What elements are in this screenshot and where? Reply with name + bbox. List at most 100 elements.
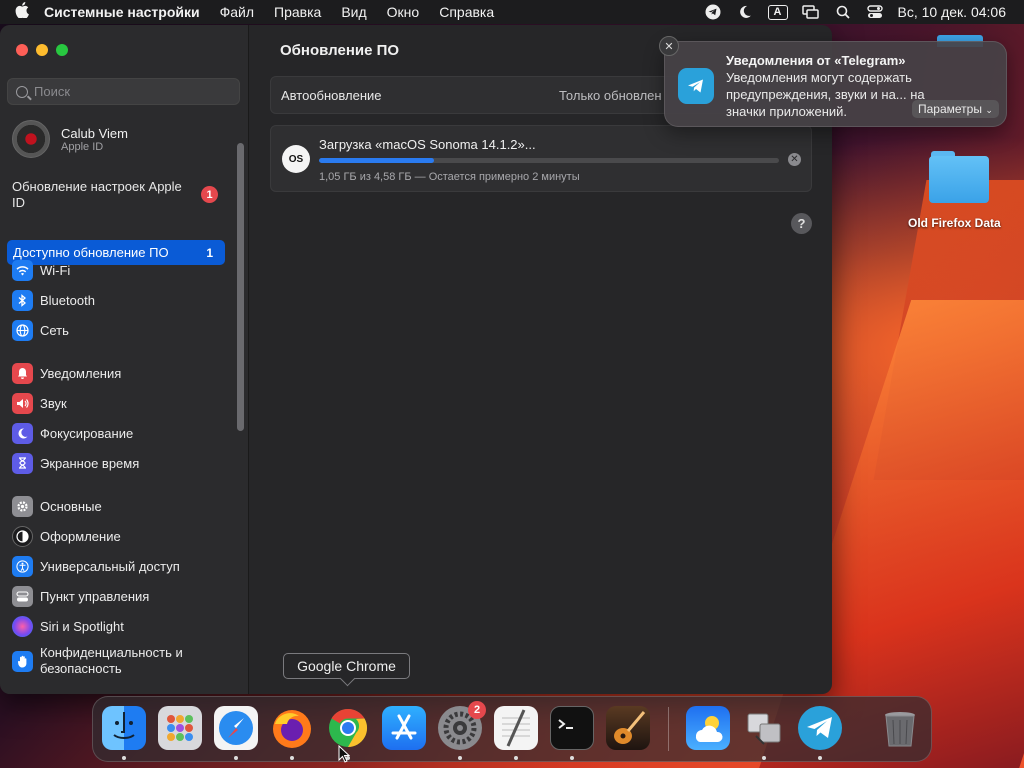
spotlight-search-icon[interactable] [834, 4, 852, 20]
close-window-button[interactable] [16, 44, 28, 56]
sidebar-item-label: Уведомления [40, 365, 122, 381]
notification-title: Уведомления от «Telegram» [726, 53, 906, 68]
menu-help[interactable]: Справка [439, 4, 494, 20]
hourglass-icon [12, 452, 33, 474]
trash-icon[interactable] [878, 706, 922, 750]
finder-icon[interactable] [102, 706, 146, 750]
sidebar-item-focus[interactable]: Фокусирование [12, 418, 237, 448]
notification-badge: 1 [201, 186, 218, 203]
sidebar-item-apple-id-update[interactable]: Обновление настроек Apple ID 1 [12, 179, 224, 211]
dock-separator [668, 707, 669, 751]
chevron-down-icon: ⌄ [985, 105, 993, 115]
sidebar-search[interactable] [7, 78, 240, 105]
weather-icon[interactable] [686, 706, 730, 750]
garageband-guitar-icon[interactable] [606, 706, 650, 750]
menu-window[interactable]: Окно [387, 4, 420, 20]
zoom-window-button[interactable] [56, 44, 68, 56]
sidebar-group-notifications: Уведомления Звук Фокусирование Экранное … [12, 358, 237, 478]
menu-edit[interactable]: Правка [274, 4, 321, 20]
telegram-status-icon[interactable] [704, 4, 722, 20]
sidebar-group-general: Основные Оформление Универсальный доступ… [12, 491, 237, 681]
sidebar-item-sound[interactable]: Звук [12, 388, 237, 418]
accessibility-icon [12, 555, 33, 577]
apple-id-account[interactable]: Calub Viem Apple ID [12, 120, 128, 158]
screen-mirroring-icon[interactable] [802, 4, 820, 20]
sidebar-item-general[interactable]: Основные [12, 491, 237, 521]
sidebar-scrollbar[interactable] [237, 143, 244, 431]
sidebar-item-label: Сеть [40, 322, 69, 338]
account-name: Calub Viem [61, 125, 128, 141]
menu-app-name[interactable]: Системные настройки [44, 4, 200, 20]
telegram-icon[interactable] [798, 706, 842, 750]
avatar [12, 120, 50, 158]
notification-options-label: Параметры [918, 102, 982, 116]
menu-file[interactable]: Файл [220, 4, 254, 20]
firefox-icon[interactable] [270, 706, 314, 750]
sidebar: Calub Viem Apple ID Обновление настроек … [0, 25, 249, 694]
settings-badge: 2 [468, 701, 486, 719]
minimize-window-button[interactable] [36, 44, 48, 56]
help-button[interactable]: ? [791, 213, 812, 234]
sidebar-item-label: Пункт управления [40, 588, 150, 604]
sidebar-item-label: Экранное время [40, 455, 140, 471]
safari-icon[interactable] [214, 706, 258, 750]
telegram-icon [678, 68, 714, 104]
terminal-icon[interactable] [550, 706, 594, 750]
download-status: 1,05 ГБ из 4,58 ГБ — Остается примерно 2… [319, 171, 580, 183]
sidebar-item-privacy-security[interactable]: Конфиденциальность и безопасность [12, 641, 237, 681]
search-icon [16, 85, 28, 98]
menu-view[interactable]: Вид [341, 4, 366, 20]
window-controls [16, 44, 68, 56]
sidebar-item-network[interactable]: Сеть [12, 315, 237, 345]
download-card: OS Загрузка «macOS Sonoma 14.1.2»... 1,0… [270, 125, 812, 192]
sidebar-item-label: Siri и Spotlight [40, 618, 124, 634]
page-title: Обновление ПО [280, 42, 400, 59]
launchpad-icon[interactable] [158, 706, 202, 750]
menu-clock[interactable]: Вс, 10 дек. 04:06 [898, 4, 1006, 20]
sidebar-item-label: Универсальный доступ [40, 558, 180, 574]
auto-update-label: Автообновление [281, 87, 382, 103]
textedit-icon[interactable] [494, 706, 538, 750]
sidebar-item-control-center[interactable]: Пункт управления [12, 581, 237, 611]
notification-options-button[interactable]: Параметры ⌄ [912, 100, 999, 118]
sidebar-group-network: Wi-Fi Bluetooth Сеть [12, 255, 237, 345]
sidebar-item-label: Фокусирование [40, 425, 134, 441]
macos-icon: OS [282, 145, 310, 173]
close-notification-button[interactable]: ✕ [659, 36, 679, 56]
sidebar-item-label: Звук [40, 395, 67, 411]
sidebar-item-label: Конфиденциальность и безопасность [40, 645, 183, 676]
bluetooth-icon [12, 289, 33, 311]
wifi-icon [12, 259, 33, 281]
telegram-notification[interactable]: ✕ Уведомления от «Telegram» Уведомления … [659, 36, 1007, 127]
menu-bar: Системные настройки Файл Правка Вид Окно… [0, 0, 1024, 24]
cancel-download-button[interactable]: ✕ [788, 153, 801, 166]
auto-update-value: Только обновлен [559, 87, 662, 103]
speaker-icon [12, 392, 33, 414]
sidebar-item-wifi[interactable]: Wi-Fi [12, 255, 237, 285]
notifications-bell-icon [12, 362, 33, 384]
sidebar-item-notifications[interactable]: Уведомления [12, 358, 237, 388]
chrome-icon[interactable] [326, 706, 370, 750]
control-center-icon[interactable] [866, 4, 884, 20]
migration-assistant-icon[interactable] [742, 706, 786, 750]
search-input[interactable] [34, 84, 224, 99]
network-globe-icon [12, 319, 33, 341]
dock-tooltip: Google Chrome [283, 653, 410, 679]
sidebar-item-accessibility[interactable]: Универсальный доступ [12, 551, 237, 581]
mouse-cursor [338, 744, 351, 768]
sidebar-item-bluetooth[interactable]: Bluetooth [12, 285, 237, 315]
privacy-hand-icon [12, 650, 33, 672]
apple-menu-icon[interactable] [0, 2, 44, 22]
sidebar-item-label: Обновление настроек Apple ID [12, 179, 182, 210]
sidebar-item-screen-time[interactable]: Экранное время [12, 448, 237, 478]
input-source-indicator[interactable]: A [767, 4, 788, 20]
sidebar-item-appearance[interactable]: Оформление [12, 521, 237, 551]
siri-icon [12, 615, 33, 637]
sidebar-item-siri-spotlight[interactable]: Siri и Spotlight [12, 611, 237, 641]
desktop-folder-label[interactable]: Old Firefox Data [908, 216, 1001, 230]
moon-icon [12, 422, 33, 444]
app-store-icon[interactable] [382, 706, 426, 750]
folder-icon[interactable] [929, 151, 989, 203]
focus-moon-icon[interactable] [736, 4, 754, 20]
sidebar-item-label: Оформление [40, 528, 121, 544]
